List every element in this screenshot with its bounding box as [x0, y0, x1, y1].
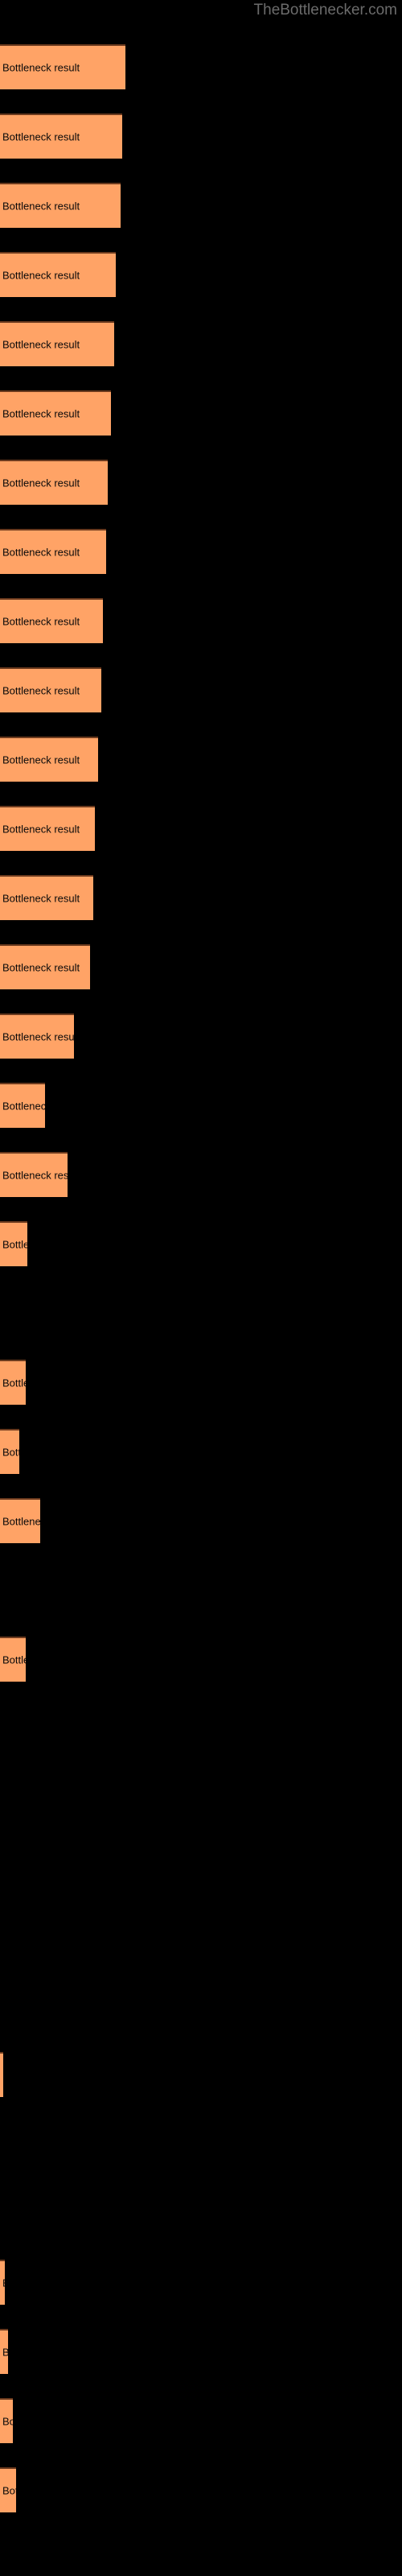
bar-label: Bottleneck result: [2, 1515, 40, 1528]
bar-row: Bottleneck result: [0, 114, 402, 159]
bar-row: Bottleneck result: [0, 1567, 402, 1612]
bar-label: Bottleneck result: [2, 546, 80, 559]
bottleneck-result-bar[interactable]: Bottleneck result: [0, 806, 95, 851]
bar-label: Bottleneck result: [2, 1030, 74, 1043]
bar-label: Bottleneck result: [2, 269, 80, 282]
bar-row: Bottleneck result: [0, 2052, 402, 2097]
bar-row: Bottleneck result: [0, 1290, 402, 1335]
bar-row: Bottleneck result: [0, 737, 402, 782]
bottleneck-result-bar[interactable]: Bottleneck result: [0, 321, 114, 366]
bar-label: Bottleneck result: [2, 1377, 26, 1389]
bottleneck-result-bar[interactable]: Bottleneck result: [0, 1152, 68, 1197]
bar-row: Bottleneck result: [0, 2398, 402, 2443]
bar-label: Bottleneck result: [2, 2484, 16, 2497]
bar-label: Bottleneck result: [2, 407, 80, 420]
bar-label: Bottleneck result: [2, 892, 80, 905]
bar-label: Bottleneck result: [2, 338, 80, 351]
bar-row: Bottleneck result: [0, 529, 402, 574]
bar-label: Bottleneck result: [2, 1169, 68, 1182]
bar-label: Bottleneck result: [2, 1653, 26, 1666]
bar-row: Bottleneck result: [0, 1360, 402, 1405]
bottleneck-result-bar[interactable]: Bottleneck result: [0, 529, 106, 574]
bottleneck-result-bar[interactable]: Bottleneck result: [0, 1221, 27, 1266]
bar-row: Bottleneck result: [0, 1013, 402, 1059]
bar-label: Bottleneck result: [2, 2415, 13, 2428]
bar-row: Bottleneck result: [0, 1706, 402, 1751]
bottleneck-result-bar[interactable]: Bottleneck result: [0, 183, 121, 228]
bottleneck-result-bar[interactable]: Bottleneck result: [0, 460, 108, 505]
bar-row: Bottleneck result: [0, 1498, 402, 1543]
bar-row: Bottleneck result: [0, 1983, 402, 2028]
bottleneck-result-bar[interactable]: Bottleneck result: [0, 252, 116, 297]
bar-row: Bottleneck result: [0, 2260, 402, 2305]
bar-label: Bottleneck result: [2, 2278, 5, 2289]
bar-row: Bottleneck result: [0, 1775, 402, 1820]
bottleneck-result-bar[interactable]: Bottleneck result: [0, 44, 125, 89]
bar-row: Bottleneck result: [0, 1152, 402, 1197]
bottleneck-result-bar[interactable]: Bottleneck result: [0, 944, 90, 989]
bar-row: Bottleneck result: [0, 252, 402, 297]
bottleneck-result-bar[interactable]: Bottleneck result: [0, 667, 101, 712]
bottleneck-result-bar[interactable]: Bottleneck result: [0, 875, 93, 920]
bar-row: Bottleneck result: [0, 183, 402, 228]
bottleneck-result-bar[interactable]: Bottleneck result: [0, 2260, 5, 2305]
bar-row: Bottleneck result: [0, 1083, 402, 1128]
bar-label: Bottleneck result: [2, 823, 80, 836]
bottleneck-result-bar[interactable]: Bottleneck result: [0, 1498, 40, 1543]
bar-label: Bottleneck result: [2, 1100, 45, 1113]
bar-row: Bottleneck result: [0, 806, 402, 851]
bottleneck-result-bar[interactable]: Bottleneck result: [0, 598, 103, 643]
bar-row: Bottleneck result: [0, 2121, 402, 2166]
bar-row: Bottleneck result: [0, 1844, 402, 1889]
bar-row: Bottleneck result: [0, 2467, 402, 2512]
bar-label: Bottleneck result: [2, 684, 80, 697]
bar-row: Bottleneck result: [0, 2190, 402, 2235]
bar-label: Bottleneck result: [2, 200, 80, 213]
bar-row: Bottleneck result: [0, 2329, 402, 2374]
bottleneck-result-bar[interactable]: Bottleneck result: [0, 2398, 13, 2443]
bar-label: Bottleneck result: [2, 615, 80, 628]
bottleneck-result-bar[interactable]: Bottleneck result: [0, 1429, 19, 1474]
bar-label: Bottleneck result: [2, 1238, 27, 1251]
bar-row: Bottleneck result: [0, 460, 402, 505]
bar-label: Bottleneck result: [2, 753, 80, 766]
bottleneck-result-bar[interactable]: Bottleneck result: [0, 1637, 26, 1682]
bottleneck-result-bar[interactable]: Bottleneck result: [0, 1083, 45, 1128]
bar-label: Bottleneck result: [2, 477, 80, 489]
bar-row: Bottleneck result: [0, 598, 402, 643]
bottleneck-result-bar[interactable]: Bottleneck result: [0, 114, 122, 159]
bar-row: Bottleneck result: [0, 875, 402, 920]
bottleneck-bar-chart: Bottleneck result Bottleneck result Bottle…: [0, 0, 402, 2576]
bar-label: Bottleneck result: [2, 61, 80, 74]
bottleneck-result-bar[interactable]: Bottleneck result: [0, 2467, 16, 2512]
bottleneck-result-bar[interactable]: Bottleneck result: [0, 390, 111, 436]
bar-row: Bottleneck result: [0, 944, 402, 989]
bottleneck-result-bar[interactable]: Bottleneck result: [0, 1360, 26, 1405]
bar-row: Bottleneck result: [0, 1429, 402, 1474]
bar-label: Bottleneck result: [2, 2070, 3, 2081]
bottleneck-result-bar[interactable]: Bottleneck result: [0, 1013, 74, 1059]
bottleneck-result-bar[interactable]: Bottleneck result: [0, 737, 98, 782]
bar-row: Bottleneck result: [0, 1221, 402, 1266]
bar-row: Bottleneck result: [0, 390, 402, 436]
bar-label: Bottleneck result: [2, 961, 80, 974]
bar-row: Bottleneck result: [0, 1913, 402, 1959]
bar-label: Bottleneck result: [2, 1446, 19, 1459]
bar-label: Bottleneck result: [2, 130, 80, 143]
bar-row: Bottleneck result: [0, 321, 402, 366]
bottleneck-result-bar[interactable]: Bottleneck result: [0, 2329, 8, 2374]
bar-row: Bottleneck result: [0, 1637, 402, 1682]
bar-row: Bottleneck result: [0, 667, 402, 712]
bottleneck-result-bar[interactable]: Bottleneck result: [0, 2052, 3, 2097]
bar-label: Bottleneck result: [2, 2347, 8, 2358]
bar-row: Bottleneck result: [0, 44, 402, 89]
